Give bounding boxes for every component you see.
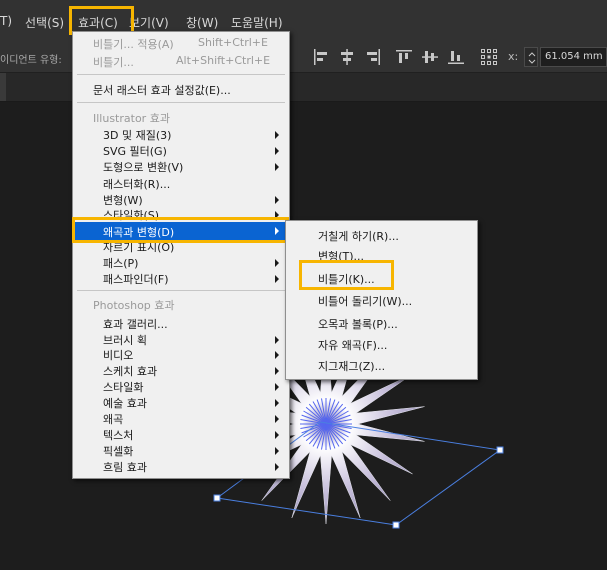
menu-item-ps-stylize[interactable]: 스타일화 bbox=[103, 379, 143, 395]
submenu-arrow-icon bbox=[275, 147, 279, 155]
menu-item-blur[interactable]: 흐림 효과 bbox=[103, 459, 147, 475]
menu-help[interactable]: 도움말(H) bbox=[231, 14, 283, 31]
stepper-arrows-icon bbox=[528, 52, 536, 64]
distort-submenu: 거칠게 하기(R)... 변형(T)... 비틀기(K)... 비틀어 돌리기(… bbox=[285, 220, 478, 380]
selection-handle[interactable] bbox=[213, 494, 221, 502]
menu-window[interactable]: 창(W) bbox=[186, 14, 218, 31]
submenu-arrow-icon bbox=[275, 431, 279, 439]
menu-item-distort[interactable]: 왜곡 bbox=[103, 411, 123, 427]
submenu-arrow-icon bbox=[275, 163, 279, 171]
x-value-field[interactable]: 61.054 mm bbox=[540, 47, 607, 67]
reference-point-icon[interactable] bbox=[480, 48, 498, 66]
submenu-item-zigzag[interactable]: 지그재그(Z)... bbox=[318, 358, 385, 374]
menu-item-video[interactable]: 비디오 bbox=[103, 347, 133, 363]
x-label: x: bbox=[508, 50, 519, 63]
menu-item-brush-strokes[interactable]: 브러시 획 bbox=[103, 332, 147, 348]
menu-item-last-effect[interactable]: 비틀기... bbox=[93, 54, 134, 70]
menu-item-pixelate[interactable]: 픽셀화 bbox=[103, 443, 133, 459]
menu-item-convert-shape[interactable]: 도형으로 변환(V) bbox=[103, 159, 183, 175]
align-bottom-icon[interactable] bbox=[447, 48, 465, 66]
submenu-item-pucker-bloat[interactable]: 오목과 볼록(P)... bbox=[318, 316, 398, 332]
menu-item-apply-last[interactable]: 비틀기... 적용(A) bbox=[93, 36, 174, 52]
align-hcenter-icon[interactable] bbox=[338, 48, 356, 66]
menu-item-path[interactable]: 패스(P) bbox=[103, 255, 138, 271]
menu-item-effect-gallery[interactable]: 효과 갤러리... bbox=[103, 316, 168, 332]
submenu-arrow-icon bbox=[275, 131, 279, 139]
align-left-icon[interactable] bbox=[312, 48, 330, 66]
submenu-arrow-icon bbox=[275, 399, 279, 407]
x-stepper[interactable] bbox=[524, 47, 538, 67]
photoshop-effects-header: Photoshop 효과 bbox=[93, 299, 175, 312]
submenu-arrow-icon bbox=[275, 415, 279, 423]
distort-item-highlight bbox=[72, 217, 289, 243]
menu-item-transform[interactable]: 변형(W) bbox=[103, 192, 143, 208]
submenu-arrow-icon bbox=[275, 259, 279, 267]
illustrator-effects-header: Illustrator 효과 bbox=[93, 112, 170, 125]
menu-view[interactable]: 보기(V) bbox=[129, 14, 169, 31]
menu-type[interactable]: T) bbox=[0, 14, 12, 28]
menu-item-svg-filter[interactable]: SVG 필터(G) bbox=[103, 143, 167, 159]
submenu-arrow-icon bbox=[275, 367, 279, 375]
menu-separator bbox=[77, 74, 285, 75]
menu-item-texture[interactable]: 텍스처 bbox=[103, 427, 133, 443]
menu-item-sketch[interactable]: 스케치 효과 bbox=[103, 363, 157, 379]
submenu-arrow-icon bbox=[275, 196, 279, 204]
menu-separator bbox=[77, 290, 285, 291]
submenu-arrow-icon bbox=[275, 351, 279, 359]
submenu-item-twist[interactable]: 비틀어 돌리기(W)... bbox=[318, 293, 412, 309]
menu-item-pathfinder[interactable]: 패스파인더(F) bbox=[103, 271, 169, 287]
align-top-icon[interactable] bbox=[395, 48, 413, 66]
selection-handle[interactable] bbox=[496, 446, 504, 454]
menu-item-artistic[interactable]: 예술 효과 bbox=[103, 395, 147, 411]
shortcut-last-effect: Alt+Shift+Ctrl+E bbox=[176, 54, 271, 67]
submenu-item-roughen[interactable]: 거칠게 하기(R)... bbox=[318, 228, 399, 244]
submenu-arrow-icon bbox=[275, 463, 279, 471]
submenu-arrow-icon bbox=[275, 275, 279, 283]
menu-select[interactable]: 선택(S) bbox=[25, 14, 64, 31]
align-vcenter-icon[interactable] bbox=[421, 48, 439, 66]
align-right-icon[interactable] bbox=[364, 48, 382, 66]
shortcut-apply-last: Shift+Ctrl+E bbox=[198, 36, 268, 49]
menu-separator bbox=[77, 102, 285, 103]
tweak-item-highlight bbox=[299, 260, 394, 290]
submenu-item-free-distort[interactable]: 자유 왜곡(F)... bbox=[318, 337, 387, 353]
submenu-arrow-icon bbox=[275, 447, 279, 455]
submenu-arrow-icon bbox=[275, 383, 279, 391]
submenu-arrow-icon bbox=[275, 336, 279, 344]
menu-item-rasterize[interactable]: 래스터화(R)... bbox=[103, 176, 170, 192]
selection-handle[interactable] bbox=[392, 521, 400, 529]
menu-item-doc-raster-settings[interactable]: 문서 래스터 효과 설정값(E)... bbox=[93, 82, 231, 98]
menu-item-3d[interactable]: 3D 및 재질(3) bbox=[103, 127, 171, 143]
document-tab[interactable] bbox=[0, 73, 6, 101]
effect-menu-dropdown: 비틀기... 적용(A) Shift+Ctrl+E 비틀기... Alt+Shi… bbox=[72, 31, 290, 479]
gradient-type-label: 이디언트 유형: bbox=[0, 55, 62, 66]
